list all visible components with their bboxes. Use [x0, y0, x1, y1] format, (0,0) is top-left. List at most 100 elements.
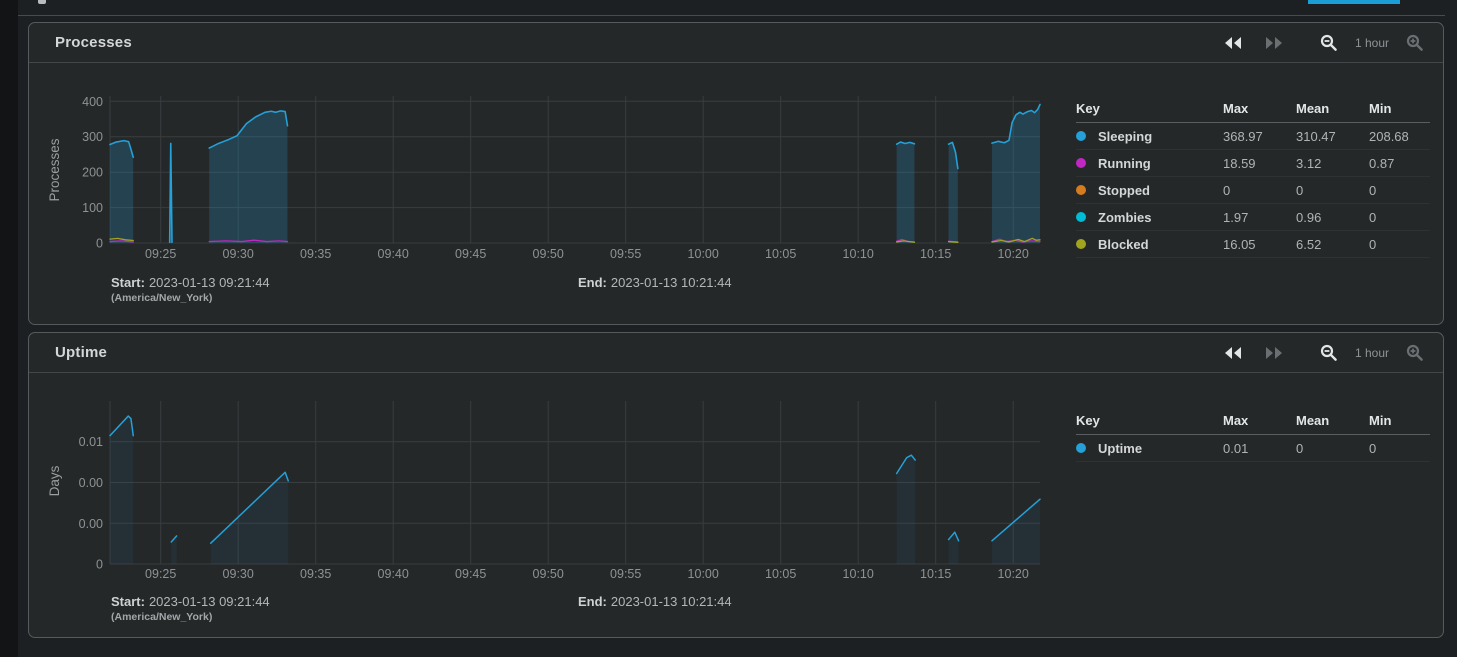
series-min-value: 0 — [1369, 236, 1377, 252]
svg-text:10:15: 10:15 — [920, 247, 951, 261]
series-color-dot — [1076, 131, 1086, 141]
svg-text:300: 300 — [82, 130, 103, 144]
start-value: 2023-01-13 09:21:44 — [148, 594, 270, 609]
start-time: Start: 2023-01-13 09:21:44 (America/New_Y… — [111, 275, 270, 304]
uptime-chart[interactable]: 09:25 09:30 09:35 09:40 09:45 09:50 09:55 10:00… — [29, 374, 1443, 589]
legend-row-uptime: Uptime 0.01 0 0 — [1076, 435, 1430, 462]
series-max-value: 0 — [1223, 182, 1231, 198]
series-mean-value: 0 — [1296, 182, 1304, 198]
svg-text:0.00: 0.00 — [79, 517, 103, 531]
svg-text:09:40: 09:40 — [378, 567, 409, 581]
series-color-dot — [1076, 212, 1086, 222]
legend-row-zombies: Zombies 1.97 0.96 0 — [1076, 204, 1430, 231]
step-forward-button[interactable] — [1263, 341, 1287, 365]
start-value: 2023-01-13 09:21:44 — [148, 275, 270, 290]
series-label: Zombies — [1098, 209, 1152, 225]
panel-header: Processes 1 hour — [29, 23, 1443, 63]
fast-forward-icon — [1266, 346, 1283, 359]
series-min-value: 208.68 — [1369, 128, 1409, 144]
page-left-edge — [0, 0, 18, 657]
series-mean-value: 0.96 — [1296, 209, 1322, 225]
legend-row-stopped: Stopped 0 0 0 — [1076, 177, 1430, 204]
series-mean-value: 310.47 — [1296, 128, 1336, 144]
legend-row-blocked: Blocked 16.05 6.52 0 — [1076, 231, 1430, 258]
series-label: Stopped — [1098, 182, 1150, 198]
svg-text:0.01: 0.01 — [79, 435, 103, 449]
clipped-heading-fragment — [38, 0, 46, 4]
svg-text:09:50: 09:50 — [533, 247, 564, 261]
legend-column-header: Min — [1369, 413, 1392, 428]
zoom-in-icon — [1406, 344, 1423, 361]
svg-text:Processes: Processes — [47, 138, 62, 201]
end-label: End: — [578, 594, 607, 609]
rewind-icon — [1225, 36, 1242, 49]
series-color-dot — [1076, 239, 1086, 249]
step-back-button[interactable] — [1221, 31, 1245, 55]
svg-text:10:20: 10:20 — [998, 567, 1029, 581]
legend-column-header: Max — [1223, 413, 1249, 428]
svg-text:09:40: 09:40 — [378, 247, 409, 261]
svg-text:100: 100 — [82, 201, 103, 215]
primary-action-button-clipped[interactable] — [1308, 0, 1400, 4]
step-forward-button[interactable] — [1263, 31, 1287, 55]
svg-text:10:00: 10:00 — [688, 567, 719, 581]
fast-forward-icon — [1266, 36, 1283, 49]
svg-text:09:50: 09:50 — [533, 567, 564, 581]
step-back-button[interactable] — [1221, 341, 1245, 365]
legend-column-header: Key — [1076, 413, 1100, 428]
svg-text:09:30: 09:30 — [223, 567, 254, 581]
series-max-value: 1.97 — [1223, 209, 1249, 225]
series-mean-value: 3.12 — [1296, 155, 1322, 171]
end-value: 2023-01-13 10:21:44 — [610, 594, 732, 609]
svg-text:09:25: 09:25 — [145, 247, 176, 261]
series-min-value: 0 — [1369, 440, 1377, 456]
svg-text:10:10: 10:10 — [843, 247, 874, 261]
zoom-in-button[interactable] — [1403, 341, 1427, 365]
legend-table: Key Max Mean Min Sleeping 368.97 310.47 208.68 R… — [1076, 101, 1430, 258]
series-min-value: 0 — [1369, 182, 1377, 198]
zoom-out-button[interactable] — [1317, 341, 1341, 365]
svg-text:400: 400 — [82, 95, 103, 109]
legend-table: Key Max Mean Min Uptime 0.01 0 0 — [1076, 413, 1430, 462]
time-controls: 1 hour — [1221, 341, 1427, 365]
series-min-value: 0 — [1369, 209, 1377, 225]
end-label: End: — [578, 275, 607, 290]
svg-text:10:05: 10:05 — [765, 567, 796, 581]
zoom-out-icon — [1320, 34, 1337, 51]
svg-text:09:35: 09:35 — [300, 247, 331, 261]
svg-text:0: 0 — [96, 237, 103, 251]
series-max-value: 16.05 — [1223, 236, 1256, 252]
svg-text:09:55: 09:55 — [610, 567, 641, 581]
series-max-value: 18.59 — [1223, 155, 1256, 171]
series-color-dot — [1076, 158, 1086, 168]
zoom-in-button[interactable] — [1403, 31, 1427, 55]
series-min-value: 0.87 — [1369, 155, 1395, 171]
processes-panel: Processes 1 hour 09:25 09:30 09:35 09:40… — [28, 22, 1444, 325]
legend-column-header: Max — [1223, 101, 1249, 116]
zoom-out-button[interactable] — [1317, 31, 1341, 55]
toolbar-divider — [18, 15, 1445, 16]
panel-title: Processes — [55, 34, 132, 51]
legend-row-sleeping: Sleeping 368.97 310.47 208.68 — [1076, 123, 1430, 150]
svg-text:09:55: 09:55 — [610, 247, 641, 261]
panel-header: Uptime 1 hour — [29, 333, 1443, 373]
series-color-dot — [1076, 443, 1086, 453]
series-max-value: 368.97 — [1223, 128, 1263, 144]
svg-text:10:00: 10:00 — [688, 247, 719, 261]
svg-text:Days: Days — [47, 465, 62, 496]
svg-text:0.00: 0.00 — [79, 476, 103, 490]
svg-text:10:05: 10:05 — [765, 247, 796, 261]
series-label: Uptime — [1098, 440, 1143, 456]
zoom-range-label: 1 hour — [1354, 345, 1389, 360]
panel-title: Uptime — [55, 344, 108, 361]
zoom-range-label: 1 hour — [1354, 35, 1389, 50]
svg-text:200: 200 — [82, 166, 103, 180]
rewind-icon — [1225, 346, 1242, 359]
svg-text:10:10: 10:10 — [843, 567, 874, 581]
start-label: Start: — [111, 275, 145, 290]
legend-row-running: Running 18.59 3.12 0.87 — [1076, 150, 1430, 177]
svg-text:09:25: 09:25 — [145, 567, 176, 581]
legend-column-header: Mean — [1296, 413, 1330, 428]
legend-column-header: Min — [1369, 101, 1392, 116]
series-max-value: 0.01 — [1223, 440, 1249, 456]
